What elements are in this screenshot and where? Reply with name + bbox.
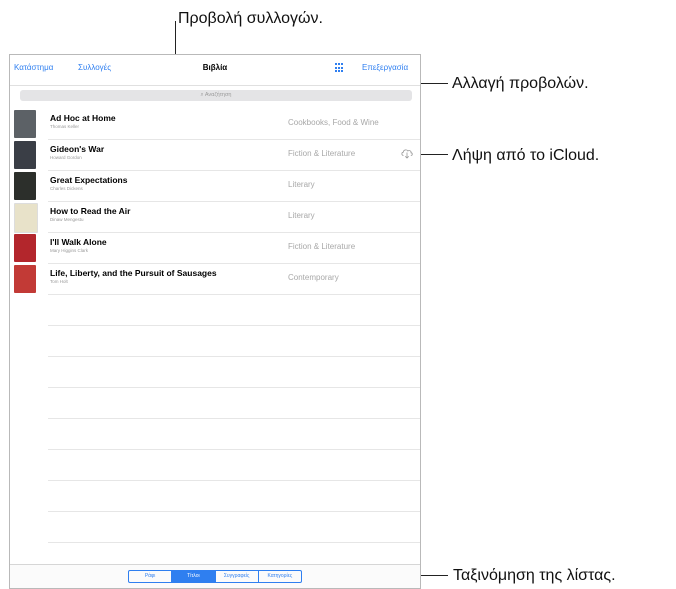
store-button[interactable]: Κατάστημα — [14, 63, 53, 72]
book-author: Mary Higgins Clark — [50, 248, 89, 253]
book-title: Ad Hoc at Home — [50, 113, 116, 123]
book-category: Contemporary — [288, 273, 339, 282]
book-cover — [14, 172, 36, 200]
sort-categories-segment[interactable]: Κατηγορίες — [259, 571, 301, 582]
book-row[interactable]: Gideon's War Howard Gordon Fiction & Lit… — [14, 140, 420, 171]
sort-segmented-control: Ράφι Τίτλοι Συγγραφείς Κατηγορίες — [128, 570, 302, 583]
book-title: How to Read the Air — [50, 206, 131, 216]
search-placeholder: Αναζήτηση — [204, 92, 232, 98]
book-title: Gideon's War — [50, 144, 105, 154]
book-title: I'll Walk Alone — [50, 237, 107, 247]
empty-row — [48, 295, 420, 326]
book-row[interactable]: How to Read the Air Dinaw Mengestu Liter… — [14, 202, 420, 233]
callout-collections-view: Προβολή συλλογών. — [178, 10, 323, 27]
book-cover — [14, 203, 38, 233]
empty-row — [48, 357, 420, 388]
book-row[interactable]: Life, Liberty, and the Pursuit of Sausag… — [14, 264, 420, 295]
sort-authors-segment[interactable]: Συγγραφείς — [216, 571, 259, 582]
book-cover — [14, 234, 36, 262]
book-cover — [14, 141, 36, 169]
page-title: Βιβλία — [202, 63, 228, 72]
empty-row — [48, 326, 420, 357]
search-input[interactable]: ⌕ Αναζήτηση — [20, 90, 412, 101]
book-row[interactable]: I'll Walk Alone Mary Higgins Clark Ficti… — [14, 233, 420, 264]
book-category: Cookbooks, Food & Wine — [288, 118, 379, 127]
book-cover — [14, 265, 36, 293]
navigation-bar: Κατάστημα Συλλογές Βιβλία Επεξεργασία — [10, 55, 420, 86]
book-category: Literary — [288, 211, 315, 220]
book-category: Fiction & Literature — [288, 149, 356, 158]
book-cover — [14, 110, 36, 138]
book-category: Fiction & Literature — [288, 242, 356, 251]
collections-button[interactable]: Συλλογές — [78, 63, 111, 72]
book-category: Literary — [288, 180, 315, 189]
empty-row — [48, 481, 420, 512]
empty-row — [48, 450, 420, 481]
icloud-download-icon[interactable] — [400, 147, 414, 159]
callout-sort-list: Ταξινόμηση της λίστας. — [453, 567, 616, 584]
book-author: Tom Holt — [50, 279, 68, 284]
sort-titles-segment[interactable]: Τίτλοι — [172, 571, 216, 582]
empty-row — [48, 512, 420, 543]
book-title: Great Expectations — [50, 175, 128, 185]
sort-shelf-segment[interactable]: Ράφι — [129, 571, 173, 582]
book-row[interactable]: Ad Hoc at Home Thomas Keller Cookbooks, … — [14, 109, 420, 140]
book-author: Howard Gordon — [50, 155, 82, 160]
book-row[interactable]: Great Expectations Charles Dickens Liter… — [14, 171, 420, 202]
grid-view-icon[interactable] — [334, 62, 346, 74]
book-list: Ad Hoc at Home Thomas Keller Cookbooks, … — [10, 109, 420, 574]
callout-change-views: Αλλαγή προβολών. — [452, 75, 589, 92]
book-title: Life, Liberty, and the Pursuit of Sausag… — [50, 268, 217, 278]
book-author: Dinaw Mengestu — [50, 217, 84, 222]
empty-row — [48, 419, 420, 450]
edit-button[interactable]: Επεξεργασία — [362, 63, 408, 72]
callout-icloud-download: Λήψη από το iCloud. — [452, 147, 600, 164]
book-author: Thomas Keller — [50, 124, 80, 129]
ipad-screen: Κατάστημα Συλλογές Βιβλία Επεξεργασία ⌕ … — [9, 54, 421, 589]
empty-row — [48, 388, 420, 419]
book-author: Charles Dickens — [50, 186, 83, 191]
